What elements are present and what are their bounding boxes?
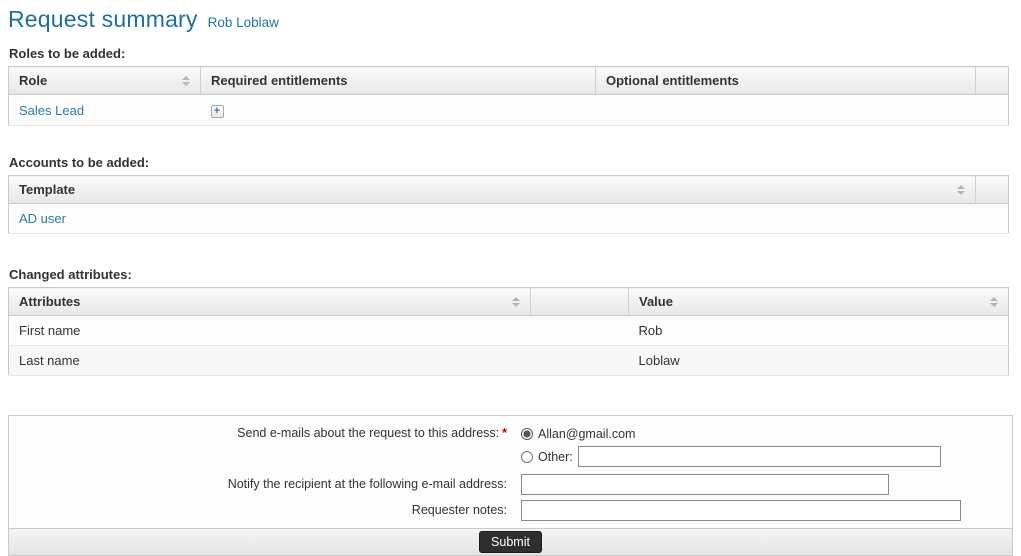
notify-email-input[interactable] bbox=[521, 474, 889, 495]
attribute-name-cell: Last name bbox=[9, 346, 531, 376]
email-option-primary: Allan@gmail.com bbox=[521, 423, 1012, 444]
email-other-radio-label[interactable]: Other: bbox=[538, 450, 573, 464]
actions-cell bbox=[976, 204, 1009, 234]
changed-column-value[interactable]: Value bbox=[629, 288, 1009, 316]
roles-column-optional-label: Optional entitlements bbox=[606, 73, 739, 88]
roles-column-required: Required entitlements bbox=[201, 67, 596, 95]
accounts-section-heading: Accounts to be added: bbox=[9, 155, 1013, 170]
required-asterisk: * bbox=[502, 426, 507, 440]
role-link[interactable]: Sales Lead bbox=[19, 103, 84, 118]
changed-column-attributes[interactable]: Attributes bbox=[9, 288, 531, 316]
roles-table-header-row: Role Required entitlements Optional enti… bbox=[9, 67, 1009, 95]
template-link[interactable]: AD user bbox=[19, 211, 66, 226]
roles-column-required-label: Required entitlements bbox=[211, 73, 348, 88]
page-subtitle: Rob Loblaw bbox=[208, 15, 279, 30]
sort-icon[interactable] bbox=[512, 297, 520, 307]
sort-icon[interactable] bbox=[182, 76, 190, 86]
spacer-cell bbox=[531, 316, 629, 346]
form-footer: Submit bbox=[9, 528, 1012, 555]
changed-table-header-row: Attributes Value bbox=[9, 288, 1009, 316]
request-form: Send e-mails about the request to this a… bbox=[8, 415, 1013, 556]
accounts-table-header-row: Template bbox=[9, 176, 1009, 204]
table-row: Last name Loblaw bbox=[9, 346, 1009, 376]
roles-column-actions bbox=[976, 67, 1009, 95]
email-choice-options: Allan@gmail.com Other: bbox=[521, 423, 1012, 469]
page-title: Request summary bbox=[8, 6, 198, 33]
actions-cell bbox=[976, 95, 1009, 126]
roles-section-heading: Roles to be added: bbox=[9, 46, 1013, 61]
template-name-cell: AD user bbox=[9, 204, 976, 234]
requester-notes-row: Requester notes: bbox=[9, 500, 1012, 521]
table-row: AD user bbox=[9, 204, 1009, 234]
accounts-column-template[interactable]: Template bbox=[9, 176, 976, 204]
attribute-value-cell: Rob bbox=[629, 316, 1009, 346]
roles-column-role[interactable]: Role bbox=[9, 67, 201, 95]
attribute-value-cell: Loblaw bbox=[629, 346, 1009, 376]
requester-notes-input[interactable] bbox=[521, 500, 961, 521]
expand-plus-icon[interactable]: + bbox=[211, 105, 224, 118]
accounts-table: Template AD user bbox=[8, 175, 1009, 234]
email-choice-row: Send e-mails about the request to this a… bbox=[9, 423, 1012, 469]
spacer-cell bbox=[531, 346, 629, 376]
required-entitlements-cell: + bbox=[201, 95, 596, 126]
requester-notes-label: Requester notes: bbox=[9, 500, 507, 517]
email-primary-radio[interactable] bbox=[521, 428, 533, 440]
roles-table: Role Required entitlements Optional enti… bbox=[8, 66, 1009, 126]
page-header: Request summary Rob Loblaw bbox=[8, 6, 1013, 33]
email-choice-label: Send e-mails about the request to this a… bbox=[9, 423, 507, 440]
changed-section-heading: Changed attributes: bbox=[9, 267, 1013, 282]
accounts-column-actions bbox=[976, 176, 1009, 204]
email-option-other: Other: bbox=[521, 446, 1012, 467]
optional-entitlements-cell bbox=[596, 95, 976, 126]
email-other-radio[interactable] bbox=[521, 451, 533, 463]
accounts-column-template-label: Template bbox=[19, 182, 75, 197]
table-row: First name Rob bbox=[9, 316, 1009, 346]
changed-attributes-table: Attributes Value First name Rob Last nam… bbox=[8, 287, 1009, 376]
email-primary-radio-label[interactable]: Allan@gmail.com bbox=[538, 427, 635, 441]
sort-icon[interactable] bbox=[990, 297, 998, 307]
submit-button[interactable]: Submit bbox=[479, 531, 542, 553]
attribute-name-cell: First name bbox=[9, 316, 531, 346]
notify-row: Notify the recipient at the following e-… bbox=[9, 474, 1012, 495]
roles-column-role-label: Role bbox=[19, 73, 47, 88]
notify-label: Notify the recipient at the following e-… bbox=[9, 474, 507, 491]
changed-column-attributes-label: Attributes bbox=[19, 294, 80, 309]
role-name-cell: Sales Lead bbox=[9, 95, 201, 126]
changed-column-spacer bbox=[531, 288, 629, 316]
changed-column-value-label: Value bbox=[639, 294, 673, 309]
roles-column-optional: Optional entitlements bbox=[596, 67, 976, 95]
sort-icon[interactable] bbox=[957, 185, 965, 195]
table-row: Sales Lead + bbox=[9, 95, 1009, 126]
email-other-input[interactable] bbox=[578, 446, 941, 467]
